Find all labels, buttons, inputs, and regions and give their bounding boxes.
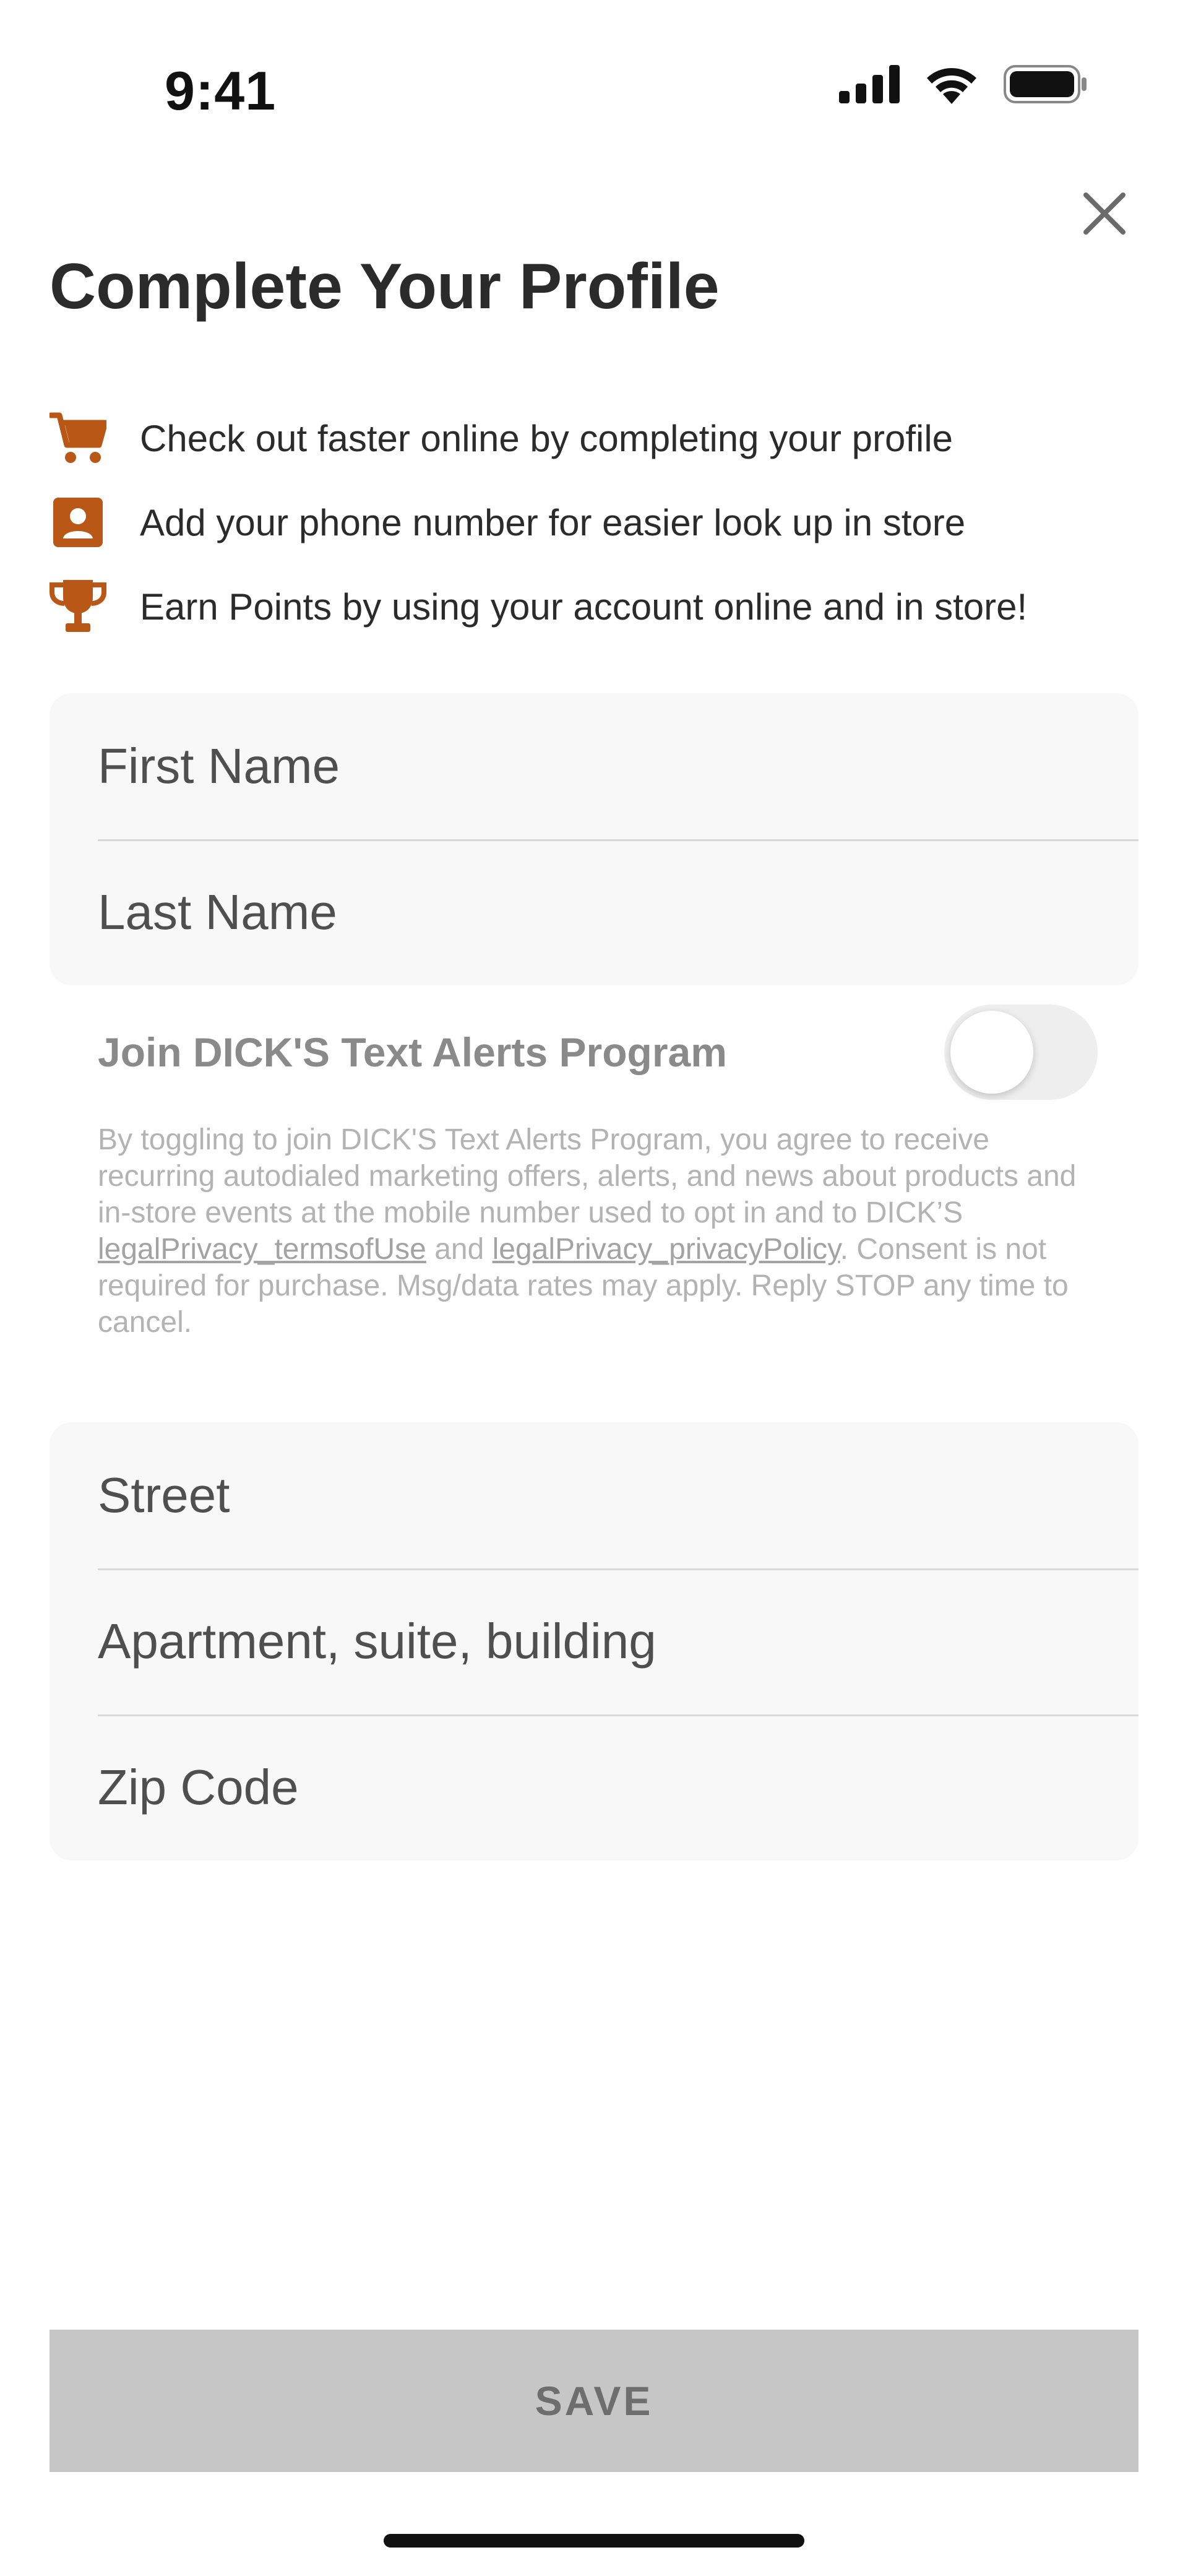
- toggle-knob: [950, 1011, 1033, 1094]
- benefit-text: Check out faster online by completing yo…: [140, 417, 953, 459]
- page-title: Complete Your Profile: [50, 251, 720, 322]
- status-time: 9:41: [165, 60, 277, 121]
- street-input[interactable]: [98, 1467, 1063, 1524]
- wifi-icon: [924, 64, 979, 107]
- benefit-item-checkout: Check out faster online by completing yo…: [50, 396, 1138, 480]
- last-name-input[interactable]: [98, 884, 1063, 941]
- contact-card-icon: [50, 494, 106, 551]
- name-fields-group: [50, 693, 1138, 985]
- first-name-input[interactable]: [98, 738, 1063, 795]
- text-alerts-toggle[interactable]: [944, 1005, 1098, 1100]
- benefits-list: Check out faster online by completing yo…: [50, 396, 1138, 649]
- address-fields-group: [50, 1422, 1138, 1861]
- benefit-item-phone: Add your phone number for easier look up…: [50, 480, 1138, 564]
- zip-code-row: [50, 1714, 1138, 1861]
- text-alerts-disclaimer: By toggling to join DICK'S Text Alerts P…: [98, 1122, 1100, 1341]
- benefit-text: Earn Points by using your account online…: [140, 586, 1028, 628]
- terms-of-use-link[interactable]: legalPrivacy_termsofUse: [98, 1233, 426, 1266]
- battery-icon: [1004, 65, 1088, 106]
- complete-profile-screen: 9:41 Complete Your Profile Check out fas…: [0, 0, 1188, 2576]
- disclaimer-text: By toggling to join DICK'S Text Alerts P…: [98, 1123, 1077, 1229]
- disclaimer-text: and: [426, 1233, 493, 1266]
- apartment-row: [50, 1568, 1138, 1714]
- trophy-icon: [50, 578, 106, 635]
- text-alerts-label: Join DICK'S Text Alerts Program: [98, 1029, 727, 1075]
- benefit-text: Add your phone number for easier look up…: [140, 501, 966, 543]
- save-button[interactable]: SAVE: [50, 2330, 1138, 2472]
- cart-icon: [50, 410, 106, 467]
- benefit-item-points: Earn Points by using your account online…: [50, 564, 1138, 649]
- apartment-input[interactable]: [98, 1613, 1063, 1670]
- last-name-row: [50, 839, 1138, 985]
- home-indicator: [384, 2534, 804, 2548]
- status-icons: [839, 64, 1088, 107]
- street-row: [50, 1422, 1138, 1568]
- text-alerts-row: Join DICK'S Text Alerts Program: [98, 1003, 1098, 1102]
- privacy-policy-link[interactable]: legalPrivacy_privacyPolicy: [493, 1233, 840, 1266]
- close-icon: [1083, 192, 1126, 235]
- first-name-row: [50, 693, 1138, 839]
- zip-code-input[interactable]: [98, 1759, 1063, 1816]
- close-button[interactable]: [1077, 186, 1132, 241]
- cellular-signal-icon: [839, 65, 900, 106]
